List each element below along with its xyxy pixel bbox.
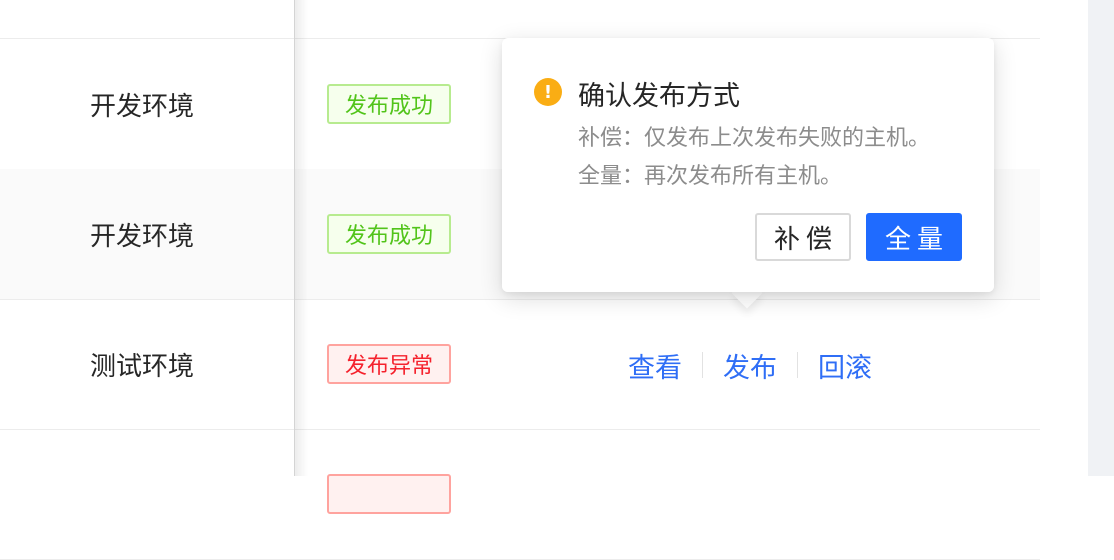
full-button[interactable]: 全量: [866, 213, 962, 261]
action-divider: [797, 352, 798, 378]
compensate-description: 补偿：仅发布上次发布失败的主机。: [578, 126, 931, 151]
table-row: [0, 0, 1040, 39]
fixed-column-shadow: [294, 0, 308, 476]
status-badge: 发布异常: [327, 344, 451, 384]
table-row: [0, 429, 1040, 560]
env-cell: 开发环境: [90, 91, 195, 122]
row-actions: 查看 发布 回滚: [628, 300, 872, 430]
publish-confirm-popover: ! 确认发布方式 补偿：仅发布上次发布失败的主机。 全量：再次发布所有主机。 补…: [502, 38, 994, 292]
warning-icon: !: [534, 78, 562, 106]
popover-title: 确认发布方式: [578, 81, 740, 112]
page-gutter: [1088, 0, 1114, 476]
action-divider: [702, 352, 703, 378]
env-cell: 测试环境: [90, 351, 195, 382]
table-row: 测试环境: [0, 299, 1040, 430]
status-badge-partial: [327, 474, 451, 514]
view-link[interactable]: 查看: [628, 346, 682, 385]
publish-link[interactable]: 发布: [723, 346, 777, 385]
compensate-button[interactable]: 补偿: [755, 213, 851, 261]
full-description: 全量：再次发布所有主机。: [578, 164, 843, 189]
status-badge: 发布成功: [327, 84, 451, 124]
status-badge: 发布成功: [327, 214, 451, 254]
rollback-link[interactable]: 回滚: [818, 346, 872, 385]
env-cell: 开发环境: [90, 221, 195, 252]
